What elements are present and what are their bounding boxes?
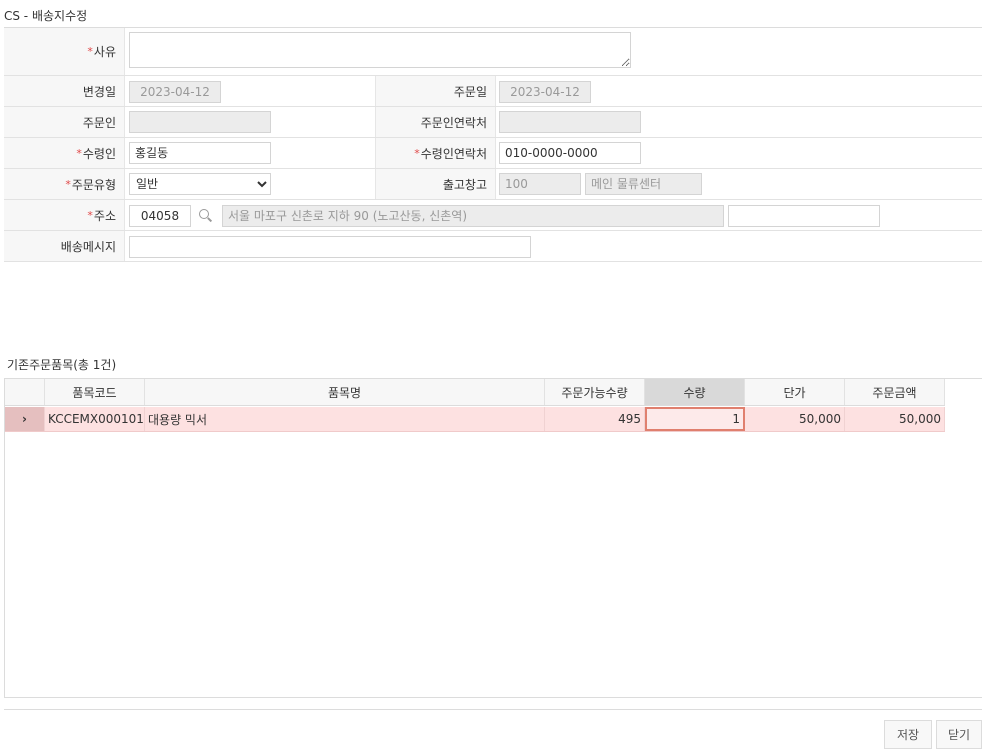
address-detail-input[interactable] [728,205,880,227]
cell-code[interactable]: KCCEMX000101M [45,407,145,431]
receiver-contact-input[interactable]: 010-0000-0000 [499,142,641,164]
address-label-cell: * 주소 [4,200,125,230]
search-icon[interactable] [199,209,213,223]
orderer-contact-label-cell: 주문인연락처 [375,107,496,137]
order-type-label: 주문유형 [71,177,116,192]
reason-textarea[interactable] [129,32,631,68]
message-row: 배송메시지 [4,231,982,262]
receiver-contact-label-cell: * 수령인연락처 [375,138,496,168]
required-mark: * [414,146,420,160]
cell-name[interactable]: 대용량 믹서 [145,407,545,431]
save-button[interactable]: 저장 [884,720,932,749]
page-title: CS - 배송지수정 [4,9,88,23]
cell-available-qty[interactable]: 495 [545,407,645,431]
change-date-label: 변경일 [82,84,116,99]
required-mark: * [87,45,93,58]
reason-label-cell: * 사유 [4,28,125,75]
message-input[interactable] [129,236,531,258]
row-indicator-header [5,379,45,405]
warehouse-label-cell: 출고창고 [375,169,496,199]
order-date-label: 주문일 [453,84,487,99]
close-button[interactable]: 닫기 [936,720,982,749]
order-date-label-cell: 주문일 [375,76,496,106]
required-mark: * [65,177,71,191]
orderer-contact-label: 주문인연락처 [420,115,487,130]
receiver-input[interactable]: 홍길동 [129,142,271,164]
orderer-row: 주문인 주문인연락처 [4,107,982,138]
warehouse-code-field: 100 [499,173,581,195]
column-header-name[interactable]: 품목명 [145,379,545,405]
receiver-row: * 수령인 홍길동 * 수령인연락처 010-0000-0000 [4,138,982,169]
order-items-grid: 품목코드 품목명 주문가능수량 수량 단가 주문금액 › KCCEMX00010… [4,378,982,698]
receiver-label-cell: * 수령인 [4,138,125,168]
message-label-cell: 배송메시지 [4,231,125,261]
reason-label: 사유 [93,45,116,59]
table-row[interactable]: › KCCEMX000101M 대용량 믹서 495 1 50,000 50,0… [5,407,945,432]
column-header-unit-price[interactable]: 단가 [745,379,845,405]
reason-row: * 사유 [4,28,982,76]
column-header-code[interactable]: 품목코드 [45,379,145,405]
column-header-amount[interactable]: 주문금액 [845,379,945,405]
grid-header: 품목코드 품목명 주문가능수량 수량 단가 주문금액 [5,379,945,406]
footer-divider [4,709,982,710]
grid-title: 기존주문품목(총 1건) [7,358,117,372]
required-mark: * [76,146,82,160]
orderer-field [129,111,271,133]
order-type-row: * 주문유형 일반 출고창고 100 메인 물류센터 [4,169,982,200]
column-header-available-qty[interactable]: 주문가능수량 [545,379,645,405]
change-date-field: 2023-04-12 [129,81,221,103]
row-indicator-icon: › [5,407,45,431]
order-type-select[interactable]: 일반 [129,173,271,195]
orderer-label-cell: 주문인 [4,107,125,137]
address-label: 주소 [93,208,116,223]
column-header-qty[interactable]: 수량 [645,379,745,405]
orderer-label: 주문인 [82,115,116,130]
change-date-label-cell: 변경일 [4,76,125,106]
address-row: * 주소 04058 서울 마포구 신촌로 지하 90 (노고산동, 신촌역) [4,200,982,231]
order-type-label-cell: * 주문유형 [4,169,125,199]
message-label: 배송메시지 [60,239,116,254]
cell-amount[interactable]: 50,000 [845,407,945,431]
warehouse-name-field: 메인 물류센터 [585,173,702,195]
orderer-contact-field [499,111,641,133]
receiver-label: 수령인 [82,146,116,161]
date-row: 변경일 2023-04-12 주문일 2023-04-12 [4,76,982,107]
order-date-field: 2023-04-12 [499,81,591,103]
required-mark: * [87,208,93,222]
cell-unit-price[interactable]: 50,000 [745,407,845,431]
address-main-field: 서울 마포구 신촌로 지하 90 (노고산동, 신촌역) [222,205,724,227]
cell-qty-editor[interactable]: 1 [645,407,745,431]
warehouse-label: 출고창고 [442,177,487,192]
receiver-contact-label: 수령인연락처 [420,146,487,161]
shipping-form: * 사유 변경일 2023-04-12 주문일 2023-04-12 주문인 주… [4,28,982,262]
zipcode-input[interactable]: 04058 [129,205,191,227]
